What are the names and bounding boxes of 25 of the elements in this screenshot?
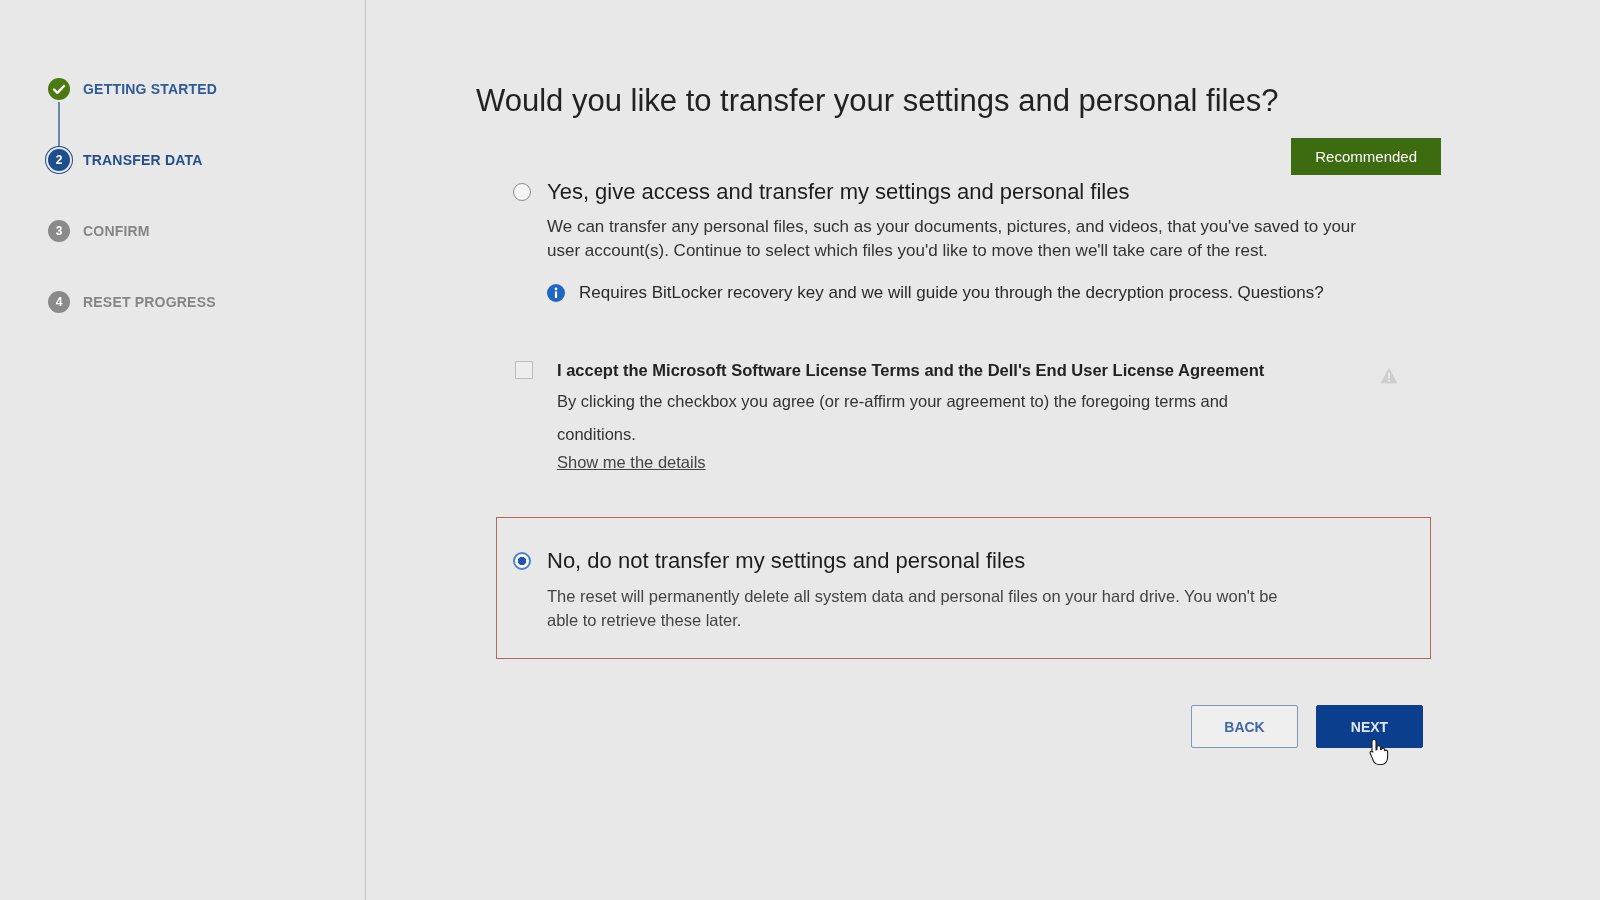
checkbox[interactable]	[515, 361, 533, 379]
back-button[interactable]: BACK	[1191, 705, 1298, 748]
agreement-text: By clicking the checkbox you agree (or re-affirm your agreement to) the foregoing terms and conditions.	[557, 391, 1230, 445]
radio-button[interactable]	[513, 552, 531, 570]
option-title: No, do not transfer my settings and personal files	[547, 548, 1026, 574]
step-label: CONFIRM	[83, 223, 150, 239]
step-number: 4	[48, 291, 70, 313]
hand-cursor-icon	[1369, 738, 1389, 766]
page-title: Would you like to transfer your settings and personal files?	[476, 82, 1279, 120]
step-label: GETTING STARTED	[83, 81, 218, 97]
option-description: We can transfer any personal files, such as your documents, pictures, and videos, that you've saved to your user account(s). Continue to select which files you'd like to move then we'll take care of the rest.	[547, 216, 1357, 262]
details-link[interactable]: Show me the details	[557, 453, 706, 472]
info-icon	[547, 284, 565, 302]
option-title: Yes, give access and transfer my settings and personal files	[547, 179, 1130, 205]
step-label: RESET PROGRESS	[83, 294, 216, 310]
option-description: The reset will permanently delete all system data and personal files on your hard drive. You won't be able to retrieve these later.	[547, 586, 1279, 631]
recommended-label: Recommended	[1291, 138, 1441, 175]
warning-icon	[1380, 367, 1398, 384]
radio-button[interactable]	[513, 183, 531, 201]
step-number: 2	[48, 149, 70, 171]
note-text: Requires BitLocker recovery key and we will guide you through the decryption process. Questions?	[579, 283, 1324, 303]
step-label: TRANSFER DATA	[83, 152, 203, 168]
step-number: 3	[48, 220, 70, 242]
next-button[interactable]: NEXT	[1316, 705, 1423, 748]
agreement-label: I accept the Microsoft Software License Terms and the Dell's End User License Agreement	[557, 360, 1266, 381]
